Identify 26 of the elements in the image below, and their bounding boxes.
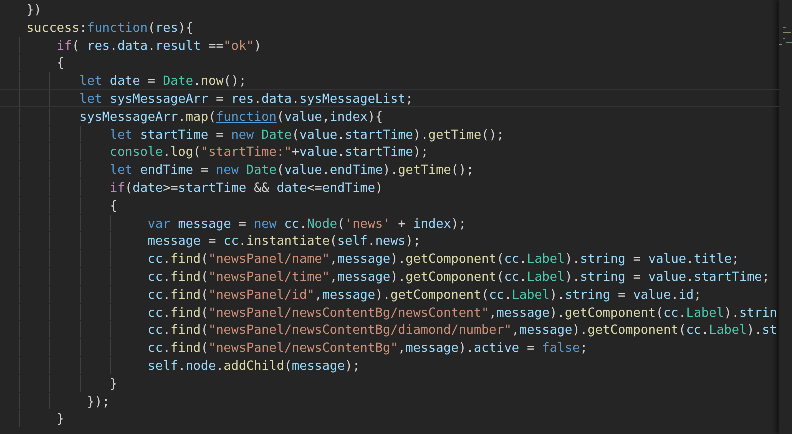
code-line: cc.find("newsPanel/newsContentBg/diamond/number",message).getComponent(cc.Label).st [0, 320, 779, 338]
code-line: let date = Date.now(); [0, 71, 779, 89]
code-line: self.node.addChild(message); [0, 356, 779, 374]
code-line: cc.find("newsPanel/newsContentBg/newsContent",message).getComponent(cc.Label).strin [0, 302, 779, 320]
code-line: let startTime = new Date(value.startTime).getTime(); [0, 124, 779, 142]
code-line: console.log("startTime:"+value.startTime); [0, 142, 779, 160]
code-line: } [0, 374, 779, 392]
code-line: cc.find("newsPanel/newsContentBg",message).active = false; [0, 338, 779, 356]
code-line: } [0, 409, 779, 428]
minimap-drawing [779, 26, 792, 46]
code-line: if( res.data.result =="ok") [0, 36, 779, 54]
code-editor[interactable] [0, 0, 792, 434]
code-line: message = cc.instantiate(self.news); [0, 231, 779, 250]
code-line: }) [26, 1, 43, 18]
code-line: cc.find("newsPanel/time",message).getComponent(cc.Label).string = value.startTime; [0, 266, 779, 285]
code-line: success:function(res){ [26, 18, 194, 36]
code-line: let endTime = new Date(value.endTime).getTime(); [0, 160, 779, 178]
code-line: let sysMessageArr = res.data.sysMessageList; [0, 88, 779, 107]
code-line: }); [0, 392, 779, 410]
code-line: { [0, 53, 779, 72]
code-line: if(date>=startTime && date<=endTime) [0, 178, 779, 196]
code-line: cc.find("newsPanel/name",message).getComponent(cc.Label).string = value.title; [0, 249, 779, 267]
code-line: { [0, 196, 779, 214]
code-line: var message = new cc.Node('news' + index); [0, 214, 779, 232]
code-line: sysMessageArr.map(function(value,index){ [0, 106, 779, 125]
code-line: cc.find("newsPanel/id",message).getComponent(cc.Label).string = value.id; [0, 284, 779, 303]
